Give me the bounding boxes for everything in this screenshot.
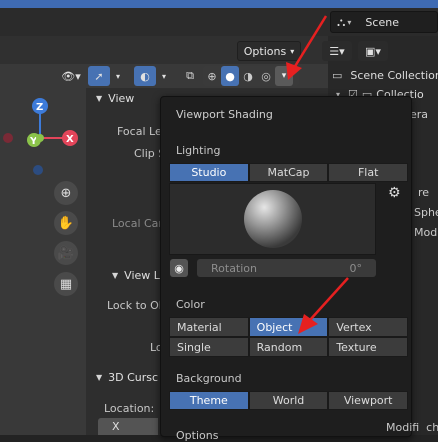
chevron-down-icon: ▾ <box>347 17 352 27</box>
popup-title: Viewport Shading <box>176 108 273 121</box>
rendered-shading-button[interactable]: ◎ <box>257 70 275 83</box>
outliner-row-scene-collection[interactable]: ▭ Scene Collection <box>332 66 438 84</box>
annotation-arrow-shading-dropdown <box>286 15 328 80</box>
pan-hand-icon[interactable]: ✋ <box>54 211 78 235</box>
view-panel-header[interactable]: ▼ View <box>96 92 134 105</box>
background-option-viewport[interactable]: Viewport <box>328 391 409 410</box>
visibility-dropdown[interactable]: 👁▾ <box>56 66 86 86</box>
svg-text:Z: Z <box>36 102 43 113</box>
focal-length-label: Focal Le <box>117 125 162 138</box>
lighting-option-matcap[interactable]: MatCap <box>248 163 329 182</box>
wireframe-shading-button[interactable]: ⊕ <box>203 70 221 83</box>
outliner-display-mode-button[interactable]: ▣▾ <box>358 41 388 61</box>
zoom-icon[interactable]: ⊕ <box>54 181 78 205</box>
annotation-arrow-object-color <box>298 277 349 334</box>
camera-view-icon[interactable]: 🎥 <box>54 241 78 265</box>
lighting-label: Lighting <box>176 144 221 157</box>
solid-shading-button[interactable]: ● <box>221 66 239 86</box>
sphere-preview-icon <box>243 190 302 248</box>
location-label: Location: <box>104 402 155 415</box>
color-option-single[interactable]: Single <box>169 337 249 357</box>
color-label: Color <box>176 298 205 311</box>
lighting-segmented-control: Studio MatCap Flat <box>169 163 409 182</box>
overlays-dropdown-chevron-icon[interactable]: ▾ <box>158 66 170 86</box>
background-option-world[interactable]: World <box>248 391 329 410</box>
light-settings-gear-icon[interactable]: ⚙ <box>388 185 401 201</box>
background-option-theme[interactable]: Theme <box>169 391 249 410</box>
chevron-down-icon: ▼ <box>112 271 119 280</box>
navigation-gizmo[interactable]: Z X Y <box>0 92 90 182</box>
perspective-grid-icon[interactable]: ▦ <box>54 272 78 296</box>
options-section-label: Options <box>176 429 219 442</box>
chevron-down-icon: ▼ <box>96 94 103 103</box>
outliner-row-camera[interactable]: era <box>410 108 438 126</box>
outliner-row-light[interactable]: re <box>418 186 438 204</box>
chevron-down-icon: ▼ <box>96 373 103 382</box>
scene-name: Scene <box>365 15 399 29</box>
background-segmented-control: Theme World Viewport <box>169 391 409 410</box>
color-option-material[interactable]: Material <box>169 317 249 337</box>
cursor-x-field[interactable]: X <box>98 418 158 435</box>
lighting-option-studio[interactable]: Studio <box>169 163 249 182</box>
gizmo-toggle[interactable]: ➚ <box>88 66 110 86</box>
lock-to-object-label: Lock to Ob <box>107 299 166 312</box>
overlays-toggle[interactable]: ◐ <box>134 66 156 86</box>
world-space-lighting-toggle[interactable]: ◉ <box>170 259 188 277</box>
background-label: Background <box>176 372 242 385</box>
outliner-row-modifier[interactable]: Modi <box>414 226 438 244</box>
3d-cursor-panel-header[interactable]: ▼ 3D Cursc <box>96 371 158 384</box>
xray-toggle[interactable]: ⧉ <box>180 66 200 86</box>
title-strip <box>0 0 438 8</box>
outliner-row-sphere[interactable]: Sphe <box>414 206 438 224</box>
properties-partial-text: Modifi chs <box>386 421 438 434</box>
view-lock-panel-header[interactable]: ▼ View L <box>112 269 160 282</box>
lighting-option-flat[interactable]: Flat <box>328 163 409 182</box>
local-camera-label: Local Car <box>112 217 163 230</box>
studio-light-preview[interactable] <box>169 183 376 255</box>
svg-text:X: X <box>66 134 74 145</box>
gizmo-dropdown-chevron-icon[interactable]: ▾ <box>112 66 124 86</box>
material-shading-button[interactable]: ◑ <box>239 70 257 83</box>
scene-selector[interactable]: ⛬ ▾ Scene <box>330 11 438 33</box>
